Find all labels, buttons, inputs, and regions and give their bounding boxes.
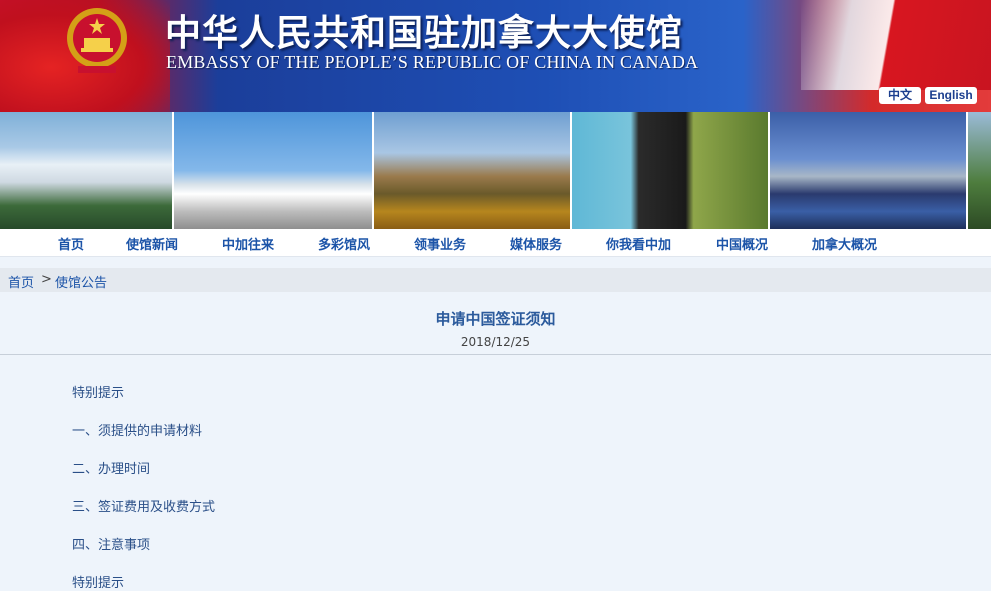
breadcrumb-separator: > [41,272,52,287]
breadcrumb-current-link[interactable]: 使馆公告 [55,272,107,291]
language-english-button[interactable]: English [925,87,977,104]
niagara-falls-photo [0,112,172,229]
toc-item-required-materials[interactable]: 一、须提供的申请材料 [72,420,202,439]
banner-photo-strip [0,112,991,230]
landscape-photo [968,112,991,229]
breadcrumb-home-link[interactable]: 首页 [8,272,34,291]
nav-item-china-overview[interactable]: 中国概况 [716,234,768,253]
site-title-chinese: 中华人民共和国驻加拿大大使馆 [165,12,684,54]
toc-item-visa-fees[interactable]: 三、签证费用及收费方式 [72,496,215,515]
site-header: 中华人民共和国驻加拿大大使馆 EMBASSY OF THE PEOPLE’S R… [0,0,991,112]
national-centre-performing-arts-photo [770,112,966,229]
nav-item-home[interactable]: 首页 [58,234,84,253]
nav-item-china-canada-relations[interactable]: 中加往来 [222,234,274,253]
national-emblem-icon[interactable] [64,4,130,76]
toc-item-special-notice-2[interactable]: 特别提示 [72,572,124,591]
canadian-flag-background [801,0,991,90]
article-date: 2018/12/25 [460,335,531,349]
toc-item-notes[interactable]: 四、注意事项 [72,534,150,553]
nav-item-media-services[interactable]: 媒体服务 [510,234,562,253]
nav-item-embassy-life[interactable]: 多彩馆风 [318,234,370,253]
birds-nest-stadium-photo [174,112,372,229]
totem-pole-photo [572,112,768,229]
article-title: 申请中国签证须知 [435,310,556,328]
toc-item-special-notice[interactable]: 特别提示 [72,382,124,401]
site-title-english: EMBASSY OF THE PEOPLE’S REPUBLIC OF CHIN… [166,52,699,72]
language-chinese-button[interactable]: 中文 [879,87,921,104]
article-header: 申请中国签证须知 2018/12/25 [0,292,991,355]
nav-item-you-me-china-canada[interactable]: 你我看中加 [606,234,671,253]
breadcrumb: 首页 > 使馆公告 [0,268,991,292]
nav-item-canada-overview[interactable]: 加拿大概况 [812,234,877,253]
main-navigation: 首页 使馆新闻 中加往来 多彩馆风 领事业务 媒体服务 你我看中加 中国概况 加… [0,230,991,257]
great-wall-photo [374,112,570,229]
nav-item-embassy-news[interactable]: 使馆新闻 [126,234,178,253]
toc-item-processing-time[interactable]: 二、办理时间 [72,458,150,477]
nav-item-consular-affairs[interactable]: 领事业务 [414,234,466,253]
